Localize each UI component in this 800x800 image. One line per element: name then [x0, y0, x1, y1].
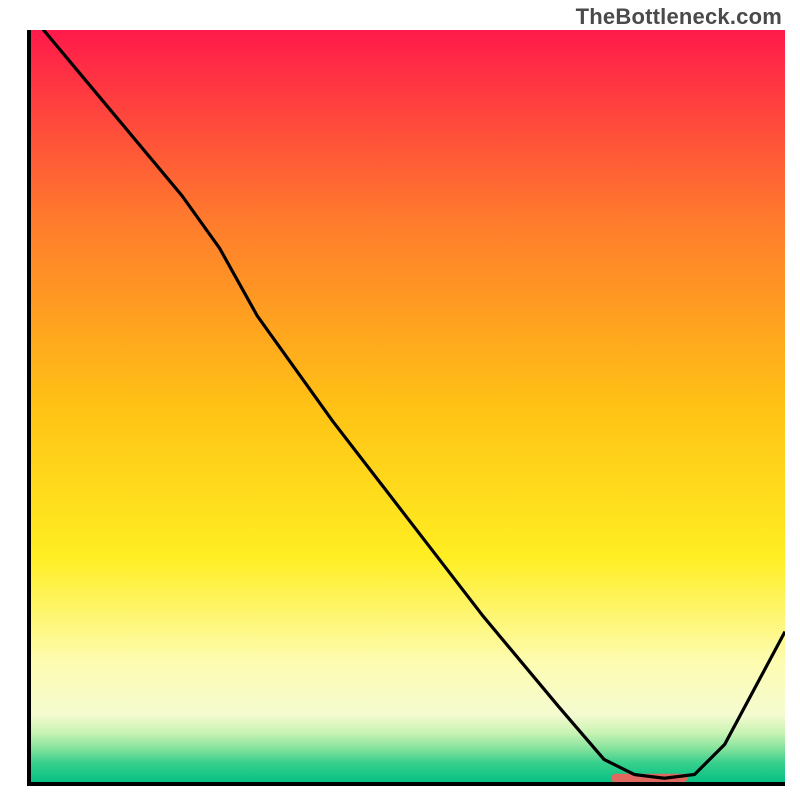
gradient-fill: [31, 30, 785, 782]
watermark-text: TheBottleneck.com: [576, 4, 782, 30]
chart-page: TheBottleneck.com: [0, 0, 800, 800]
chart-canvas: [31, 30, 785, 782]
